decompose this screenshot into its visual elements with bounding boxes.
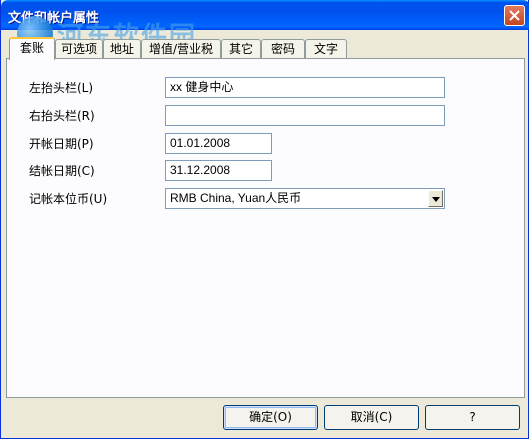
right-header-label: 右抬头栏(R)	[29, 109, 95, 123]
left-header-label: 左抬头栏(L)	[29, 81, 94, 95]
currency-label: 记帐本位币(U)	[29, 192, 108, 206]
right-header-input[interactable]	[165, 105, 445, 126]
cancel-button[interactable]: 取消(C)	[324, 405, 419, 430]
tab-account-set[interactable]: 套账	[9, 37, 55, 60]
tab-other[interactable]: 其它	[221, 39, 261, 59]
tab-vat-sales-tax[interactable]: 增值/营业税	[141, 39, 221, 59]
dialog-window: 文件和帐户属性 河东软件园 www.pc0359.cn 套账 可选项 地址 增值…	[0, 0, 529, 439]
chevron-down-icon	[432, 197, 440, 202]
left-header-input[interactable]: xx 健身中心	[165, 77, 445, 98]
tab-panel-account-set: 左抬头栏(L) xx 健身中心 右抬头栏(R) 开帐日期(P) 01.01.20…	[6, 58, 525, 398]
title-bar[interactable]: 文件和帐户属性	[1, 0, 529, 30]
tab-password[interactable]: 密码	[261, 39, 305, 59]
window-title: 文件和帐户属性	[8, 11, 100, 26]
ok-button[interactable]: 确定(O)	[223, 405, 318, 430]
open-date-input[interactable]: 01.01.2008	[165, 133, 272, 154]
currency-selected-value: RMB China, Yuan人民币	[170, 191, 302, 205]
close-button[interactable]	[504, 5, 525, 26]
open-date-label: 开帐日期(P)	[29, 137, 94, 151]
help-button[interactable]: ?	[425, 405, 520, 430]
tab-address[interactable]: 地址	[103, 39, 141, 59]
close-date-input[interactable]: 31.12.2008	[165, 160, 272, 181]
currency-dropdown-button[interactable]	[428, 190, 443, 207]
close-date-label: 结帐日期(C)	[29, 164, 95, 178]
currency-select[interactable]: RMB China, Yuan人民币	[165, 188, 445, 209]
tab-options[interactable]: 可选项	[55, 39, 103, 59]
tab-strip: 套账 可选项 地址 增值/营业税 其它 密码 文字	[6, 37, 526, 60]
tab-text[interactable]: 文字	[305, 39, 347, 59]
close-icon	[509, 10, 520, 21]
